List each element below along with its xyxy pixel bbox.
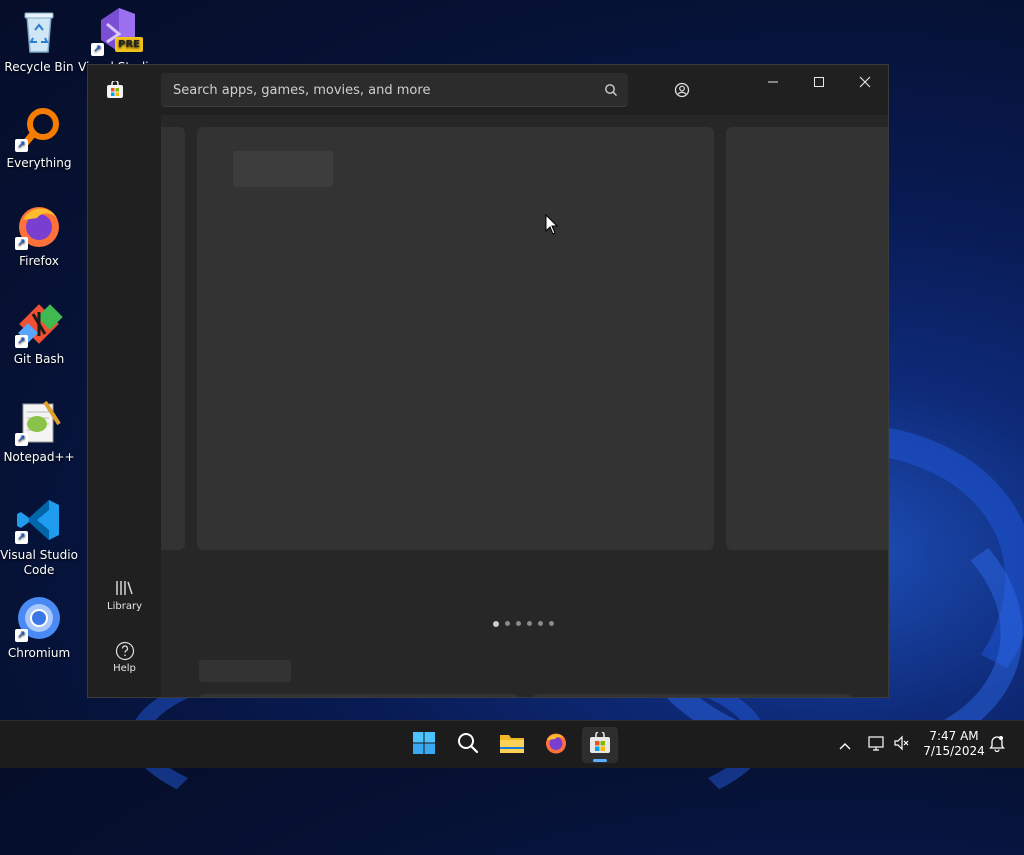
chevron-up-icon — [838, 736, 852, 755]
shortcut-arrow-icon: ↗ — [15, 335, 28, 348]
preview-badge: PRE — [115, 37, 143, 52]
vscode-icon: ↗ — [15, 496, 63, 544]
carousel-card-next[interactable] — [726, 127, 888, 550]
carousel-dot[interactable] — [505, 621, 510, 626]
everything-search-icon: ↗ — [15, 104, 63, 152]
search-box[interactable] — [161, 73, 628, 107]
active-app-indicator — [593, 759, 607, 762]
desktop-icon-label: Everything — [6, 156, 72, 170]
carousel-dot[interactable] — [516, 621, 521, 626]
firefox-icon — [544, 731, 568, 759]
app-tile-skeleton[interactable] — [532, 694, 852, 697]
clock-date: 7/15/2024 — [923, 744, 985, 758]
desktop-icon-vscode[interactable]: ↗ Visual Studio Code — [0, 496, 78, 578]
carousel-dot[interactable] — [549, 621, 554, 626]
carousel-card-current[interactable] — [197, 127, 714, 550]
shortcut-arrow-icon: ↗ — [15, 629, 28, 642]
close-icon — [859, 73, 871, 92]
mouse-cursor-icon — [545, 213, 559, 240]
desktop-icon-label: Recycle Bin — [4, 60, 74, 74]
sidebar-item-label: Help — [113, 663, 136, 674]
carousel-pagination — [493, 620, 554, 627]
minimize-button[interactable] — [750, 65, 796, 99]
volume-muted-icon — [893, 735, 911, 755]
desktop-icon-label: Firefox — [19, 254, 59, 268]
store-content — [161, 115, 888, 697]
clock-time: 7:47 AM — [929, 729, 979, 743]
carousel-card-previous[interactable] — [161, 127, 185, 550]
desktop-icon-recycle-bin[interactable]: Recycle Bin — [0, 8, 78, 75]
shortcut-arrow-icon: ↗ — [15, 433, 28, 446]
sidebar-item-help[interactable]: Help — [88, 641, 161, 674]
microsoft-store-taskbar-button[interactable] — [582, 727, 618, 763]
notification-button[interactable] — [986, 721, 1008, 769]
carousel-dot[interactable] — [527, 621, 532, 626]
shortcut-arrow-icon: ↗ — [15, 237, 28, 250]
taskbar-search-button[interactable] — [450, 727, 486, 763]
notepad-plus-plus-icon: ↗ — [15, 398, 63, 446]
volume-button[interactable] — [892, 721, 912, 769]
desktop-icon-label: Git Bash — [13, 352, 65, 366]
sidebar-item-label: Library — [107, 601, 142, 612]
desktop-icon-chromium[interactable]: ↗ Chromium — [0, 594, 78, 661]
profile-icon — [674, 82, 690, 104]
search-input[interactable] — [171, 73, 595, 107]
desktop-icon-everything[interactable]: ↗ Everything — [0, 104, 78, 171]
close-button[interactable] — [842, 65, 888, 99]
search-icon[interactable] — [604, 82, 618, 101]
account-button[interactable] — [668, 77, 696, 105]
shortcut-arrow-icon: ↗ — [91, 43, 104, 56]
library-icon — [88, 579, 161, 601]
carousel-dot[interactable] — [538, 621, 543, 626]
firefox-icon: ↗ — [15, 202, 63, 250]
microsoft-store-icon — [589, 730, 611, 758]
title-bar[interactable] — [88, 65, 888, 115]
network-icon — [868, 735, 886, 755]
shortcut-arrow-icon: ↗ — [15, 531, 28, 544]
help-icon — [88, 641, 161, 663]
desktop-icon-label: Chromium — [7, 646, 71, 660]
maximize-icon — [813, 73, 825, 92]
file-explorer-icon — [499, 732, 525, 758]
sidebar: Library Help — [88, 115, 161, 697]
search-icon — [456, 731, 480, 759]
desktop-icon-firefox[interactable]: ↗ Firefox — [0, 202, 78, 269]
git-bash-icon: ↗ — [15, 300, 63, 348]
desktop-icon-notepad-plus-plus[interactable]: ↗ Notepad++ — [0, 398, 78, 465]
network-button[interactable] — [866, 721, 888, 769]
visual-studio-preview-icon: PRE ↗ — [91, 6, 143, 56]
section-heading-skeleton — [199, 660, 291, 682]
sidebar-item-library[interactable]: Library — [88, 579, 161, 612]
app-tile-skeleton[interactable] — [198, 694, 519, 697]
taskbar: 7:47 AM 7/15/2024 — [0, 720, 1024, 768]
desktop-icon-label: Visual Studio Code — [0, 548, 78, 577]
file-explorer-button[interactable] — [494, 727, 530, 763]
show-hidden-icons-button[interactable] — [834, 721, 856, 769]
notification-icon — [989, 734, 1005, 756]
maximize-button[interactable] — [796, 65, 842, 99]
recycle-bin-icon — [15, 8, 63, 56]
start-icon — [412, 731, 436, 759]
start-button[interactable] — [406, 727, 442, 763]
desktop-icon-git-bash[interactable]: ↗ Git Bash — [0, 300, 78, 367]
shortcut-arrow-icon: ↗ — [15, 139, 28, 152]
chromium-icon: ↗ — [15, 594, 63, 642]
microsoft-store-logo-icon — [106, 79, 124, 99]
minimize-icon — [767, 73, 779, 92]
desktop-icon-label: Notepad++ — [3, 450, 75, 464]
carousel-dot[interactable] — [493, 620, 499, 627]
firefox-taskbar-button[interactable] — [538, 727, 574, 763]
microsoft-store-window: Library Help — [87, 64, 889, 698]
clock[interactable]: 7:47 AM 7/15/2024 — [914, 729, 994, 759]
skeleton-placeholder — [233, 151, 333, 187]
